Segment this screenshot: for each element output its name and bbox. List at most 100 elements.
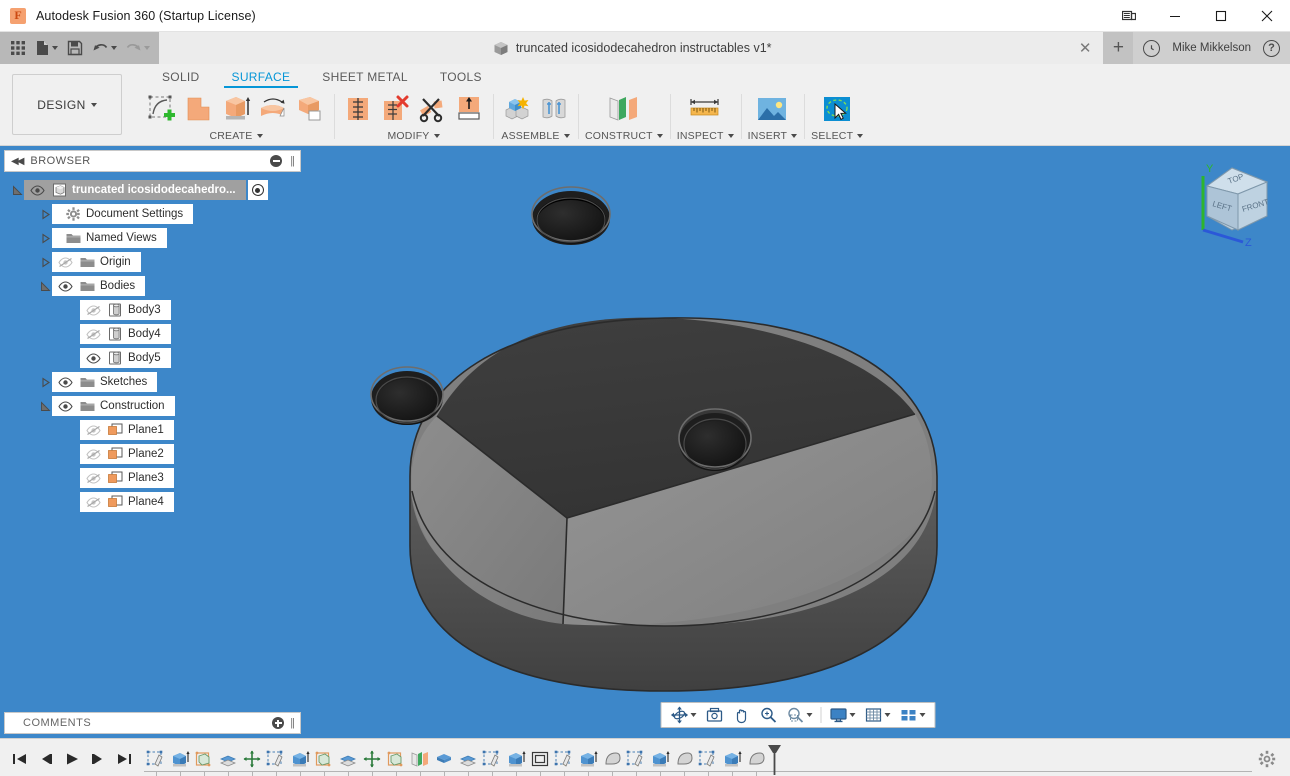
timeline-feature[interactable] xyxy=(504,745,528,773)
timeline-feature[interactable] xyxy=(744,745,768,773)
undo-icon[interactable] xyxy=(89,36,120,60)
timeline-feature[interactable] xyxy=(576,745,600,773)
workspace-selector[interactable]: DESIGN xyxy=(12,74,122,135)
ribbon-group-label-assemble[interactable]: ASSEMBLE xyxy=(501,130,569,145)
browser-tree-item[interactable]: Plane2 xyxy=(80,444,174,464)
ribbon-group-label-construct[interactable]: CONSTRUCT xyxy=(585,130,663,145)
comments-grip-icon[interactable]: || xyxy=(290,717,294,729)
browser-tree-item[interactable]: Sketches xyxy=(52,372,157,392)
eye-visible-icon[interactable] xyxy=(56,279,74,293)
create-sketch-icon[interactable] xyxy=(145,90,179,128)
zoom-window-caret-down-icon[interactable] xyxy=(806,713,812,717)
browser-tree-item[interactable]: Body5 xyxy=(80,348,171,368)
twist-expanded-icon[interactable] xyxy=(38,394,52,418)
eye-hidden-icon[interactable] xyxy=(84,447,102,461)
step-forward-icon[interactable] xyxy=(86,745,110,773)
timeline-feature[interactable] xyxy=(624,745,648,773)
browser-tree-row[interactable]: Body3 xyxy=(0,298,305,322)
timeline-feature[interactable] xyxy=(552,745,576,773)
minimize-button[interactable] xyxy=(1152,0,1198,32)
browser-tree-row[interactable]: Document Settings xyxy=(0,202,305,226)
save-icon[interactable] xyxy=(63,36,87,60)
activate-component-icon[interactable] xyxy=(248,180,268,200)
revolve-icon[interactable] xyxy=(256,90,290,128)
tab-sheet-metal[interactable]: SHEET METAL xyxy=(306,70,424,88)
browser-tree-row[interactable]: Sketches xyxy=(0,370,305,394)
timeline-feature[interactable] xyxy=(600,745,624,773)
file-icon[interactable] xyxy=(32,36,61,60)
go-to-beginning-icon[interactable] xyxy=(8,745,32,773)
hole-right[interactable] xyxy=(679,409,751,471)
timeline-feature[interactable] xyxy=(288,745,312,773)
app-grid-icon[interactable] xyxy=(6,36,30,60)
timeline-feature[interactable] xyxy=(312,745,336,773)
timeline-feature[interactable] xyxy=(696,745,720,773)
ribbon-group-label-create[interactable]: CREATE xyxy=(209,130,262,145)
zoom-window-icon[interactable] xyxy=(782,704,816,726)
twist-collapsed-icon[interactable] xyxy=(38,202,52,226)
twist-collapsed-icon[interactable] xyxy=(38,370,52,394)
look-at-icon[interactable] xyxy=(701,704,727,726)
browser-tree-row[interactable]: truncated icosidodecahedro... xyxy=(0,178,305,202)
eye-visible-icon[interactable] xyxy=(84,351,102,365)
go-to-end-icon[interactable] xyxy=(112,745,136,773)
user-name[interactable]: Mike Mikkelson xyxy=(1172,42,1251,54)
joint-icon[interactable] xyxy=(537,90,571,128)
browser-tree-item[interactable]: truncated icosidodecahedro... xyxy=(24,180,246,200)
timeline-feature[interactable] xyxy=(192,745,216,773)
eye-visible-icon[interactable] xyxy=(56,375,74,389)
insert-image-icon[interactable] xyxy=(749,90,795,128)
timeline-feature[interactable] xyxy=(144,745,168,773)
timeline-feature[interactable] xyxy=(432,745,456,773)
viewports-caret-down-icon[interactable] xyxy=(919,713,925,717)
tab-tools[interactable]: TOOLS xyxy=(424,70,498,88)
timeline-feature[interactable] xyxy=(720,745,744,773)
timeline-settings-gear-icon[interactable] xyxy=(1252,744,1282,774)
browser-tree-row[interactable]: Plane1 xyxy=(0,418,305,442)
extend-icon[interactable] xyxy=(452,90,486,128)
ribbon-group-label-select[interactable]: SELECT xyxy=(811,130,863,145)
hole-left[interactable] xyxy=(371,367,443,425)
close-button[interactable] xyxy=(1244,0,1290,32)
browser-tree-item[interactable]: Construction xyxy=(52,396,175,416)
twist-expanded-icon[interactable] xyxy=(10,178,24,202)
timeline-feature[interactable] xyxy=(168,745,192,773)
eye-hidden-icon[interactable] xyxy=(84,423,102,437)
timeline-feature[interactable] xyxy=(216,745,240,773)
unstitch-icon[interactable] xyxy=(378,90,412,128)
browser-tree-item[interactable]: Plane4 xyxy=(80,492,174,512)
step-back-icon[interactable] xyxy=(34,745,58,773)
browser-tree-row[interactable]: Plane4 xyxy=(0,490,305,514)
browser-tree-row[interactable]: Origin xyxy=(0,250,305,274)
timeline-feature[interactable] xyxy=(480,745,504,773)
model-render[interactable] xyxy=(305,146,1290,738)
collapse-browser-icon[interactable]: ◀◀ xyxy=(11,156,22,167)
new-tab-button[interactable]: + xyxy=(1103,32,1133,64)
timeline-feature[interactable] xyxy=(360,745,384,773)
tab-surface[interactable]: SURFACE xyxy=(216,70,307,88)
ribbon-group-label-inspect[interactable]: INSPECT xyxy=(677,130,734,145)
eye-hidden-icon[interactable] xyxy=(84,303,102,317)
browser-tree-row[interactable]: Body5 xyxy=(0,346,305,370)
timeline-feature[interactable] xyxy=(408,745,432,773)
offset-plane-icon[interactable] xyxy=(601,90,647,128)
browser-tree-row[interactable]: Body4 xyxy=(0,322,305,346)
patch-icon[interactable] xyxy=(182,90,216,128)
clock-icon[interactable] xyxy=(1143,40,1160,57)
view-cube[interactable]: Y Z TOP LEFT FRONT xyxy=(1185,158,1280,248)
timeline-end-marker[interactable] xyxy=(766,744,780,774)
twist-collapsed-icon[interactable] xyxy=(38,250,52,274)
offset-icon[interactable] xyxy=(293,90,327,128)
browser-tree-row[interactable]: Plane3 xyxy=(0,466,305,490)
browser-tree-row[interactable]: Bodies xyxy=(0,274,305,298)
browser-grip-icon[interactable]: || xyxy=(290,155,294,167)
eye-hidden-icon[interactable] xyxy=(84,327,102,341)
timeline-feature[interactable] xyxy=(672,745,696,773)
twist-expanded-icon[interactable] xyxy=(38,274,52,298)
file-caret-down-icon[interactable] xyxy=(52,46,58,50)
timeline-track[interactable] xyxy=(144,739,1252,776)
timeline-feature[interactable] xyxy=(648,745,672,773)
timeline-feature[interactable] xyxy=(264,745,288,773)
stitch-icon[interactable] xyxy=(341,90,375,128)
undo-caret-down-icon[interactable] xyxy=(111,46,117,50)
